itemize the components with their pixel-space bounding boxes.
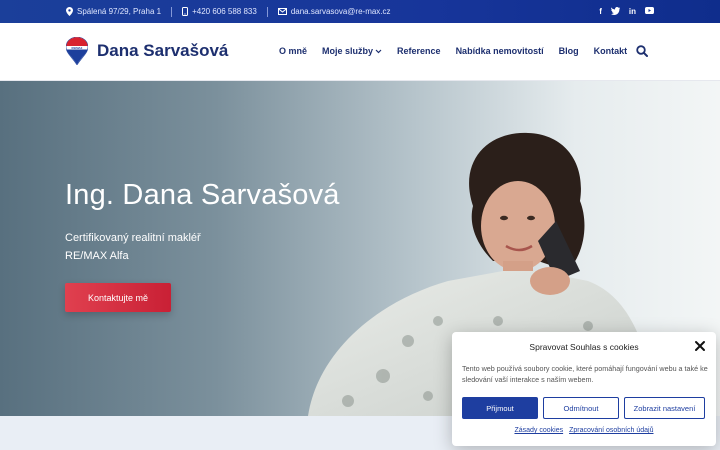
close-icon[interactable] [694, 340, 706, 352]
main-navigation: O mně Moje služby Reference Nabídka nemo… [279, 46, 627, 56]
nav-item-kontakt[interactable]: Kontakt [594, 46, 628, 56]
remax-balloon-logo[interactable]: RE/MAX [66, 37, 88, 65]
facebook-icon[interactable]: f [599, 7, 602, 16]
cookie-dialog-buttons: Přijmout Odmítnout Zobrazit nastavení [462, 397, 705, 419]
privacy-policy-link[interactable]: Zpracování osobních údajů [569, 427, 653, 434]
cookie-dialog-links: Zásady cookies Zpracování osobních údajů [452, 427, 716, 434]
social-links: f in [599, 0, 654, 23]
twitter-icon[interactable] [610, 6, 620, 17]
divider [171, 6, 173, 17]
cookie-policy-link[interactable]: Zásady cookies [514, 427, 563, 434]
hero-subtitle: Certifikovaný realitní makléř RE/MAX Alf… [65, 229, 201, 265]
nav-item-reference[interactable]: Reference [397, 46, 441, 56]
linkedin-icon[interactable]: in [629, 7, 636, 16]
cookie-dialog-text: Tento web používá soubory cookie, které … [462, 364, 708, 384]
site-header: RE/MAX Dana Sarvašová O mně Moje služby … [0, 23, 720, 81]
hero-subtitle-line: RE/MAX Alfa [65, 250, 129, 262]
email-text[interactable]: dana.sarvasova@re-max.cz [291, 7, 391, 16]
nav-item-o-mne[interactable]: O mně [279, 46, 307, 56]
nav-item-blog[interactable]: Blog [559, 46, 579, 56]
search-icon[interactable] [636, 45, 648, 57]
svg-text:RE/MAX: RE/MAX [72, 46, 83, 50]
cookie-settings-button[interactable]: Zobrazit nastavení [624, 397, 705, 419]
hero-title: Ing. Dana Sarvašová [65, 179, 340, 211]
nav-label: O mně [279, 46, 308, 56]
nav-label: Kontakt [593, 46, 628, 56]
location-pin-icon [66, 7, 73, 16]
cookie-consent-dialog: Spravovat Souhlas s cookies Tento web po… [452, 332, 716, 446]
nav-label: Reference [397, 46, 441, 56]
accept-cookies-button[interactable]: Přijmout [462, 397, 538, 419]
nav-label: Blog [558, 46, 579, 56]
site-brand-name[interactable]: Dana Sarvašová [97, 41, 228, 61]
youtube-icon[interactable] [645, 7, 654, 16]
chevron-down-icon [375, 49, 382, 53]
cookie-dialog-title: Spravovat Souhlas s cookies [529, 342, 639, 352]
email-item[interactable]: dana.sarvasova@re-max.cz [277, 7, 391, 16]
address-item: Spálená 97/29, Praha 1 [66, 7, 161, 16]
nav-item-nabidka-nemovitosti[interactable]: Nabídka nemovitostí [456, 46, 544, 56]
contact-me-button[interactable]: Kontaktujte mě [65, 283, 171, 312]
hero-subtitle-line: Certifikovaný realitní makléř [65, 232, 201, 244]
phone-text[interactable]: +420 606 588 833 [192, 7, 257, 16]
contact-info: Spálená 97/29, Praha 1 +420 606 588 833 … [66, 0, 391, 23]
top-contact-bar: Spálená 97/29, Praha 1 +420 606 588 833 … [0, 0, 720, 23]
divider [266, 6, 268, 17]
decline-cookies-button[interactable]: Odmítnout [543, 397, 619, 419]
nav-label: Nabídka nemovitostí [455, 46, 544, 56]
phone-icon [182, 7, 189, 16]
address-text: Spálená 97/29, Praha 1 [77, 7, 162, 16]
phone-item[interactable]: +420 606 588 833 [182, 7, 257, 16]
mail-icon [277, 8, 287, 15]
nav-item-moje-sluzby[interactable]: Moje služby [322, 46, 382, 56]
nav-label: Moje služby [322, 46, 374, 56]
